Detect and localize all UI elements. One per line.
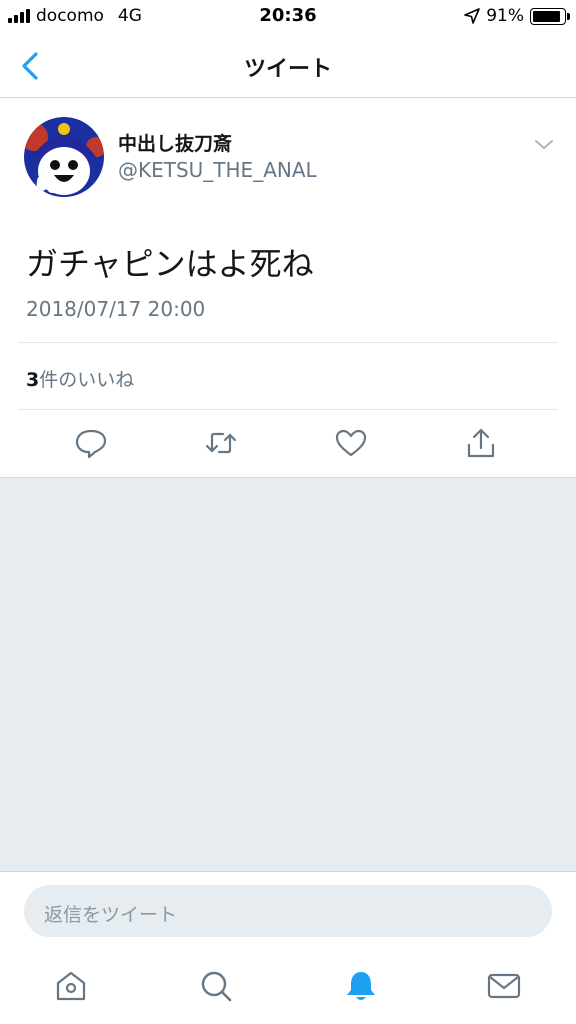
messages-icon xyxy=(487,973,521,999)
tweet-text: ガチャピンはよ死ね xyxy=(26,245,314,283)
tab-search[interactable] xyxy=(198,968,234,1004)
like-button[interactable] xyxy=(333,425,369,461)
avatar-image xyxy=(24,117,104,197)
navigation-bar: ツイート xyxy=(0,34,576,98)
tweet-detail: 中出し抜刀斎 @KETSU_THE_ANAL ガチャピンはよ死ね 2018/07… xyxy=(0,99,576,477)
tab-messages[interactable] xyxy=(486,968,522,1004)
display-name[interactable]: 中出し抜刀斎 xyxy=(118,129,232,156)
status-bar: docomo 4G 20:36 91% xyxy=(0,0,576,34)
battery-icon xyxy=(530,7,570,25)
location-arrow-icon xyxy=(464,8,481,24)
reply-input[interactable]: 返信をツイート xyxy=(24,885,552,937)
like-icon xyxy=(335,429,367,457)
more-options-button[interactable] xyxy=(532,135,556,155)
divider xyxy=(18,409,558,410)
reply-button[interactable] xyxy=(73,425,109,461)
tweet-timestamp: 2018/07/17 20:00 xyxy=(26,297,206,321)
battery-percent: 91% xyxy=(486,6,524,26)
reply-icon xyxy=(75,429,107,459)
replies-area xyxy=(0,477,576,871)
retweet-icon xyxy=(205,432,237,454)
tab-notifications[interactable] xyxy=(343,968,379,1004)
reply-placeholder: 返信をツイート xyxy=(44,904,178,926)
avatar[interactable] xyxy=(24,117,104,197)
likes-label: 件のいいね xyxy=(39,369,135,391)
chevron-down-icon xyxy=(535,140,553,150)
page-title: ツイート xyxy=(243,57,332,82)
user-handle[interactable]: @KETSU_THE_ANAL xyxy=(118,158,317,182)
share-icon xyxy=(467,428,495,458)
home-icon xyxy=(56,971,86,1001)
tab-home[interactable] xyxy=(53,968,89,1004)
tweet-detail-screen: docomo 4G 20:36 91% ツイート 中出し抜刀斎 @KETSU_T… xyxy=(0,0,576,1024)
retweet-button[interactable] xyxy=(203,425,239,461)
battery-level xyxy=(533,10,561,22)
search-icon xyxy=(201,971,232,1002)
likes-number: 3 xyxy=(26,369,40,391)
share-button[interactable] xyxy=(463,425,499,461)
likes-count[interactable]: 3件のいいね xyxy=(26,365,134,392)
notifications-icon xyxy=(347,972,375,1000)
divider xyxy=(18,342,558,343)
bottom-bar: 返信をツイート xyxy=(0,871,576,1024)
